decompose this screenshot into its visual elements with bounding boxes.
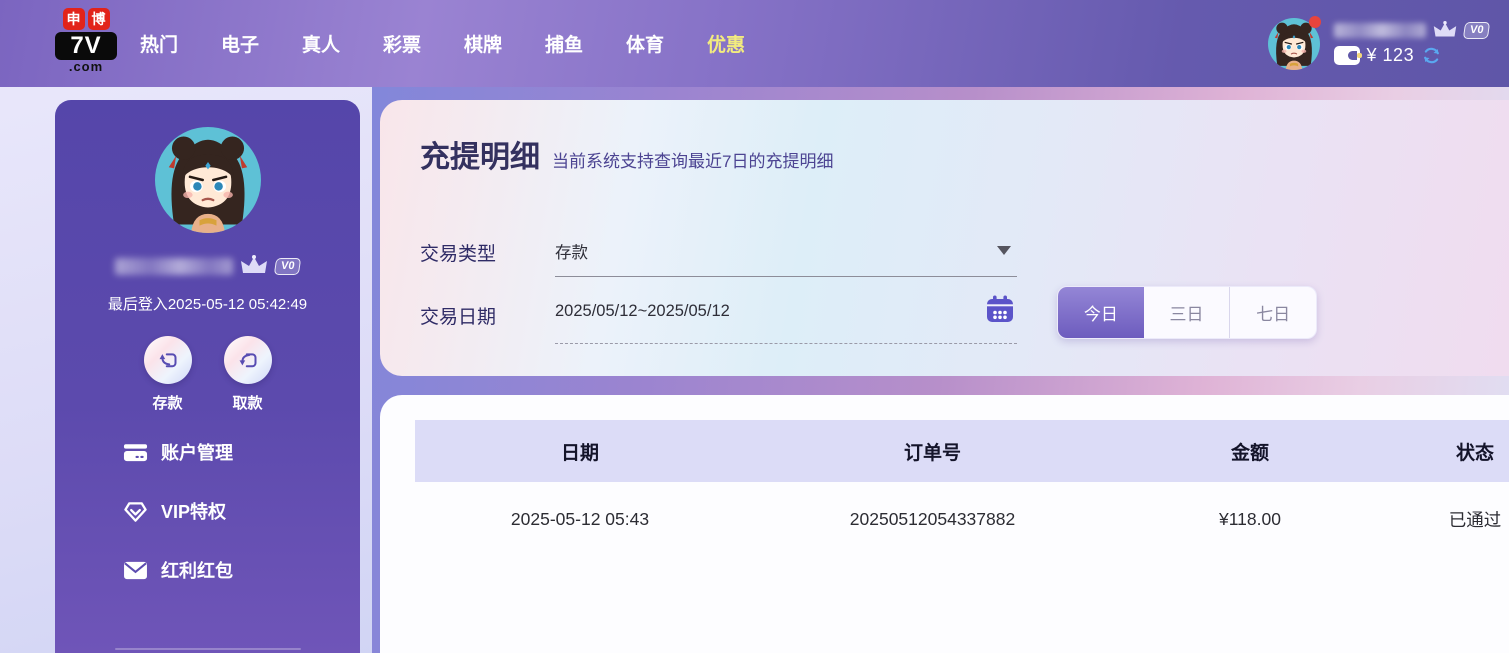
card-icon (123, 441, 148, 463)
tab-seven-days[interactable]: 七日 (1230, 287, 1316, 338)
nav-item-lottery[interactable]: 彩票 (383, 30, 421, 57)
chevron-down-icon[interactable] (997, 246, 1011, 255)
calendar-icon[interactable] (985, 294, 1015, 329)
nav-item-live[interactable]: 真人 (302, 30, 340, 57)
profile-crown-icon (239, 255, 269, 277)
profile-sidebar: V0 最后登入2025-05-12 05:42:49 存款 (55, 100, 360, 653)
withdraw-icon (224, 336, 272, 384)
nav-item-cards[interactable]: 棋牌 (464, 30, 502, 57)
nav-item-slots[interactable]: 电子 (221, 30, 259, 57)
user-box: V0 ¥ 123 (1268, 0, 1489, 87)
table-header-row: 日期 订单号 金额 状态 (415, 420, 1509, 482)
user-avatar[interactable] (1268, 18, 1320, 70)
logo-suffix-text: .com (55, 60, 117, 74)
sidebar-item-vip[interactable]: VIP特权 (123, 498, 360, 524)
profile-username-blurred (115, 258, 233, 275)
deposit-icon (144, 336, 192, 384)
envelope-icon (123, 560, 148, 581)
main-menu: 热门 电子 真人 彩票 棋牌 捕鱼 体育 优惠 (140, 0, 745, 87)
logo-square-1: 申 (63, 8, 85, 30)
vip-crown-icon (1432, 21, 1458, 40)
date-range-tabs: 今日 三日 七日 (1057, 286, 1317, 339)
sidebar-divider (115, 648, 301, 650)
user-meta: V0 ¥ 123 (1334, 21, 1489, 66)
balance-row: ¥ 123 (1334, 45, 1489, 66)
transaction-date-label: 交易日期 (420, 302, 496, 329)
sidebar-menu: 账户管理 VIP特权 红利红包 (55, 439, 360, 583)
balance-amount: ¥ 123 (1367, 45, 1415, 66)
profile-name-row: V0 (115, 253, 300, 279)
filter-panel: 充提明细 当前系统支持查询最近7日的充提明细 交易类型 存款 交易日期 2025… (380, 100, 1509, 376)
page-title-row: 充提明细 当前系统支持查询最近7日的充提明细 (420, 132, 833, 176)
nav-item-promo[interactable]: 优惠 (707, 30, 745, 57)
sidebar-item-account[interactable]: 账户管理 (123, 439, 360, 465)
results-panel: 日期 订单号 金额 状态 2025-05-12 05:43 2025051205… (380, 395, 1509, 653)
logo-square-2: 博 (88, 8, 110, 30)
cell-status: 已通过 (1380, 507, 1509, 532)
nav-item-hot[interactable]: 热门 (140, 30, 178, 57)
sidebar-item-label: 账户管理 (161, 439, 233, 465)
tab-today[interactable]: 今日 (1058, 287, 1144, 338)
logo-squares: 申 博 (55, 8, 117, 30)
last-login-text: 最后登入2025-05-12 05:42:49 (108, 293, 307, 314)
transaction-date-value[interactable]: 2025/05/12~2025/05/12 (555, 302, 730, 321)
refresh-balance-icon[interactable] (1421, 45, 1442, 66)
records-table: 日期 订单号 金额 状态 2025-05-12 05:43 2025051205… (415, 420, 1509, 556)
user-name-row: V0 (1334, 21, 1489, 40)
cell-order-no: 20250512054337882 (745, 509, 1120, 530)
top-nav: 申 博 7V .com 热门 电子 真人 彩票 棋牌 捕鱼 体育 优惠 (0, 0, 1509, 87)
sidebar-item-bonus[interactable]: 红利红包 (123, 557, 360, 583)
profile-avatar (155, 127, 261, 233)
transaction-type-value[interactable]: 存款 (555, 239, 588, 263)
cell-date: 2025-05-12 05:43 (415, 509, 745, 530)
withdraw-button[interactable]: 取款 (224, 336, 272, 413)
deposit-button[interactable]: 存款 (144, 336, 192, 413)
sidebar-item-label: 红利红包 (161, 557, 233, 583)
page-subtitle: 当前系统支持查询最近7日的充提明细 (552, 147, 833, 172)
vip-level-badge: V0 (1462, 22, 1490, 39)
wallet-icon (1334, 46, 1360, 65)
page-title: 充提明细 (420, 132, 540, 176)
nav-item-fishing[interactable]: 捕鱼 (545, 30, 583, 57)
transaction-type-label: 交易类型 (420, 239, 496, 266)
profile-vip-badge: V0 (274, 258, 302, 275)
date-select-underline (555, 343, 1017, 344)
col-header-status: 状态 (1380, 438, 1509, 465)
page: 申 博 7V .com 热门 电子 真人 彩票 棋牌 捕鱼 体育 优惠 (0, 0, 1509, 653)
deposit-label: 存款 (152, 392, 182, 413)
brand-logo[interactable]: 申 博 7V .com (55, 8, 117, 74)
cell-amount: ¥118.00 (1120, 509, 1380, 530)
withdraw-label: 取款 (232, 392, 262, 413)
notification-dot (1309, 16, 1321, 28)
quick-actions: 存款 取款 (144, 336, 272, 413)
col-header-amount: 金额 (1120, 438, 1380, 465)
table-row: 2025-05-12 05:43 20250512054337882 ¥118.… (415, 482, 1509, 556)
gem-icon (123, 500, 148, 523)
col-header-order-no: 订单号 (745, 438, 1120, 465)
nav-item-sports[interactable]: 体育 (626, 30, 664, 57)
tab-three-days[interactable]: 三日 (1144, 287, 1231, 338)
logo-main-text: 7V (55, 32, 117, 60)
col-header-date: 日期 (415, 438, 745, 465)
type-select-underline (555, 276, 1017, 277)
sidebar-item-label: VIP特权 (161, 498, 226, 524)
username-blurred (1334, 23, 1426, 38)
